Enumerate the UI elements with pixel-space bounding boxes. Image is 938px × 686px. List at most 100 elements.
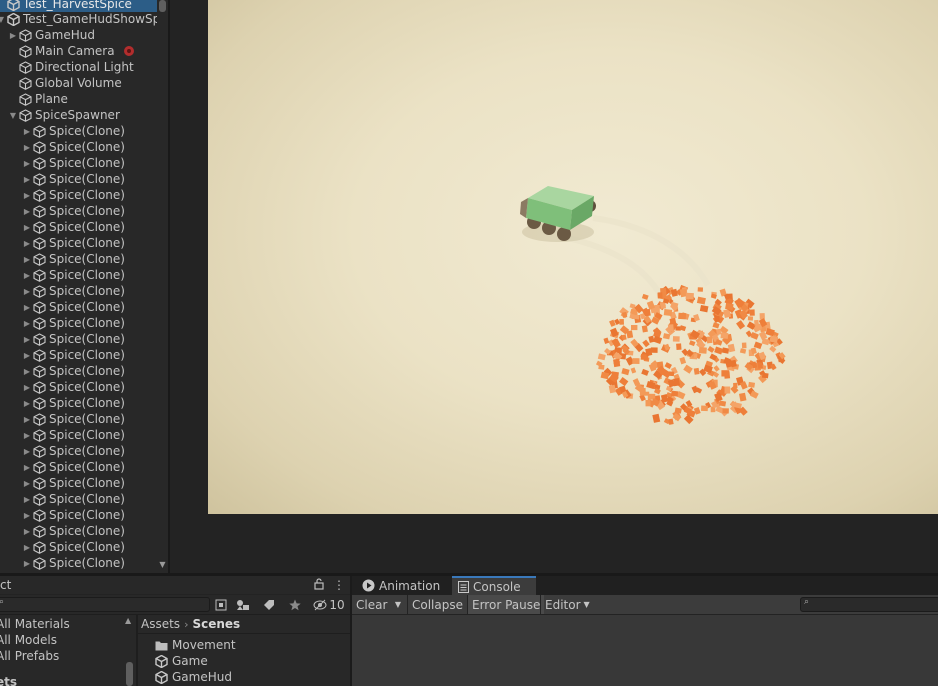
collapse-button[interactable]: Collapse (408, 595, 467, 614)
expand-arrow-right-icon[interactable]: ▶ (22, 203, 32, 219)
tab-animation[interactable]: Animation (356, 576, 452, 595)
expand-arrow-right-icon[interactable]: ▶ (22, 363, 32, 379)
hierarchy-item[interactable]: ▶ Spice(Clone) (0, 315, 168, 331)
hierarchy-item[interactable]: ▶ GameHud (0, 27, 168, 43)
hierarchy-item[interactable]: ▶ Spice(Clone) (0, 411, 168, 427)
clear-options-dropdown-icon[interactable]: ▼ (390, 595, 406, 614)
expand-arrow-right-icon[interactable]: ▶ (22, 475, 32, 491)
hierarchy-item[interactable]: ▶ Spice(Clone) (0, 347, 168, 363)
assets-tree-root[interactable]: ets (0, 675, 17, 686)
expand-arrow-right-icon[interactable]: ▶ (22, 443, 32, 459)
editor-target-dropdown[interactable]: Editor ▼ (541, 595, 594, 614)
favorite-item[interactable]: All Models (0, 633, 57, 647)
asset-item-gamehud[interactable]: GameHud (154, 669, 232, 685)
create-icon[interactable] (212, 597, 230, 613)
spice-particle (748, 381, 756, 388)
hierarchy-item[interactable]: ▶ Spice(Clone) (0, 171, 168, 187)
hierarchy-item[interactable]: ▶ Spice(Clone) (0, 331, 168, 347)
favorite-item[interactable]: All Prefabs (0, 649, 59, 663)
hierarchy-scrollbar-thumb[interactable] (159, 0, 166, 12)
expand-arrow-right-icon[interactable]: ▶ (22, 523, 32, 539)
hierarchy-item[interactable]: Plane (0, 91, 168, 107)
project-search-input[interactable]: ⌕ (0, 597, 210, 612)
hidden-packages-toggle[interactable]: 10 (312, 597, 346, 613)
scroll-up-arrow-icon[interactable]: ▲ (125, 616, 131, 625)
hierarchy-item[interactable]: ▶ Spice(Clone) (0, 155, 168, 171)
hierarchy-item[interactable]: ▶ Spice(Clone) (0, 555, 168, 571)
hierarchy-item[interactable]: ▶ Spice(Clone) (0, 123, 168, 139)
filter-by-label-icon[interactable] (260, 597, 278, 613)
hierarchy-item[interactable]: ▶ Spice(Clone) (0, 203, 168, 219)
expand-arrow-right-icon[interactable]: ▶ (22, 267, 32, 283)
expand-arrow-right-icon[interactable]: ▶ (22, 427, 32, 443)
console-search-input[interactable]: ⌕ (800, 597, 938, 612)
expand-arrow-right-icon[interactable]: ▶ (22, 347, 32, 363)
hierarchy-item[interactable]: ▶ Spice(Clone) (0, 219, 168, 235)
expand-arrow-right-icon[interactable]: ▶ (22, 507, 32, 523)
favorite-item[interactable]: All Materials (0, 617, 70, 631)
expand-arrow-right-icon[interactable]: ▶ (22, 315, 32, 331)
hierarchy-item[interactable]: ▶ Spice(Clone) (0, 379, 168, 395)
hierarchy-item[interactable]: ▶ Spice(Clone) (0, 363, 168, 379)
expand-arrow-right-icon[interactable]: ▶ (22, 219, 32, 235)
hierarchy-item-label: Spice(Clone) (49, 172, 125, 186)
hierarchy-item[interactable]: ▶ Spice(Clone) (0, 491, 168, 507)
hierarchy-item[interactable]: ▶ Spice(Clone) (0, 443, 168, 459)
favorites-scrollbar-thumb[interactable] (126, 662, 133, 686)
hierarchy-item[interactable]: ▶ Spice(Clone) (0, 475, 168, 491)
expand-arrow-right-icon[interactable]: ▶ (22, 251, 32, 267)
hierarchy-item[interactable]: ▼ SpiceSpawner (0, 107, 168, 123)
tab-project[interactable]: ct (0, 578, 11, 592)
lock-icon[interactable] (314, 578, 324, 593)
expand-arrow-right-icon[interactable]: ▶ (22, 411, 32, 427)
hierarchy-item[interactable]: ▶ Spice(Clone) (0, 187, 168, 203)
hierarchy-item[interactable]: ▶ Spice(Clone) (0, 395, 168, 411)
console-log-area[interactable] (352, 615, 938, 686)
favorite-star-icon[interactable] (286, 597, 304, 613)
hierarchy-item[interactable]: ▶ Spice(Clone) (0, 235, 168, 251)
expand-arrow-right-icon[interactable]: ▶ (22, 155, 32, 171)
expand-arrow-right-icon[interactable]: ▶ (22, 235, 32, 251)
asset-item-game[interactable]: Game (154, 653, 208, 669)
asset-item-movement[interactable]: Movement (154, 637, 236, 653)
tab-console[interactable]: Console (452, 576, 536, 595)
expand-arrow-right-icon[interactable]: ▶ (22, 459, 32, 475)
expand-arrow-right-icon[interactable]: ▶ (22, 123, 32, 139)
hierarchy-item[interactable]: ▶ Spice(Clone) (0, 539, 168, 555)
expand-arrow-down-icon[interactable]: ▼ (8, 107, 18, 123)
expand-arrow-right-icon[interactable]: ▶ (22, 299, 32, 315)
game-viewport[interactable] (208, 0, 938, 514)
expand-arrow-right-icon[interactable]: ▶ (22, 331, 32, 347)
breadcrumb-assets[interactable]: Assets (141, 617, 180, 631)
breadcrumb-scenes[interactable]: Scenes (192, 617, 240, 631)
expand-arrow-right-icon[interactable]: ▶ (22, 379, 32, 395)
more-options-icon[interactable]: ⋮ (333, 578, 345, 592)
filter-by-type-icon[interactable] (234, 597, 252, 613)
expand-arrow-right-icon[interactable]: ▶ (22, 283, 32, 299)
hierarchy-item[interactable]: Main Camera (0, 43, 168, 59)
expand-arrow-right-icon[interactable]: ▶ (22, 491, 32, 507)
expand-arrow-right-icon[interactable]: ▶ (8, 27, 18, 43)
hierarchy-item[interactable]: ▶ Spice(Clone) (0, 251, 168, 267)
expand-arrow-right-icon[interactable]: ▶ (22, 555, 32, 571)
scroll-down-arrow-icon[interactable]: ▼ (157, 558, 168, 570)
hierarchy-item[interactable]: ▼ Test_GameHudShowSp (0, 11, 168, 27)
hierarchy-item[interactable]: ▶ Spice(Clone) (0, 139, 168, 155)
expand-arrow-right-icon[interactable]: ▶ (22, 187, 32, 203)
hierarchy-item[interactable]: ▶ Spice(Clone) (0, 523, 168, 539)
hierarchy-item[interactable]: Global Volume (0, 75, 168, 91)
hierarchy-item[interactable]: ▶ Spice(Clone) (0, 507, 168, 523)
expand-arrow-right-icon[interactable]: ▶ (22, 395, 32, 411)
hierarchy-scrollbar[interactable] (157, 0, 168, 573)
hierarchy-item[interactable]: ▶ Spice(Clone) (0, 427, 168, 443)
hierarchy-item[interactable]: ▶ Spice(Clone) (0, 299, 168, 315)
hierarchy-item[interactable]: ▶ Spice(Clone) (0, 267, 168, 283)
clear-button[interactable]: Clear (352, 595, 391, 614)
expand-arrow-right-icon[interactable]: ▶ (22, 139, 32, 155)
hierarchy-item[interactable]: ▶ Spice(Clone) (0, 459, 168, 475)
hierarchy-item[interactable]: Directional Light (0, 59, 168, 75)
expand-arrow-right-icon[interactable]: ▶ (22, 171, 32, 187)
expand-arrow-right-icon[interactable]: ▶ (22, 539, 32, 555)
error-pause-button[interactable]: Error Pause (468, 595, 545, 614)
hierarchy-item[interactable]: ▶ Spice(Clone) (0, 283, 168, 299)
